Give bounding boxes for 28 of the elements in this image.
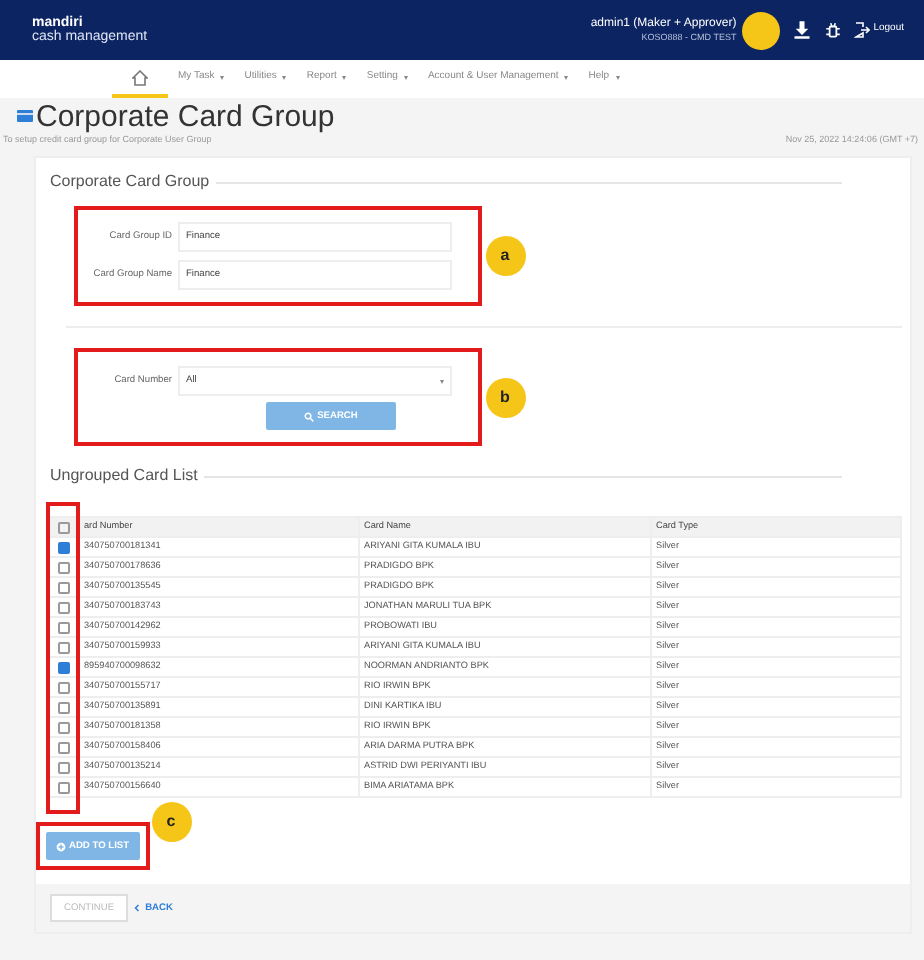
checkbox[interactable] [57, 761, 69, 774]
checkbox[interactable] [57, 561, 69, 574]
annotation-marker: c [151, 802, 192, 843]
checkbox[interactable] [57, 581, 69, 594]
checkbox[interactable] [57, 621, 69, 634]
annotation-marker: b [485, 377, 525, 418]
plus-circle-icon [56, 841, 66, 852]
card-icon [15, 108, 33, 124]
checkbox[interactable] [57, 641, 69, 654]
section-title: Ungrouped Card List [50, 464, 198, 489]
download-icon[interactable] [792, 20, 813, 40]
checkbox[interactable] [57, 781, 69, 794]
checkbox[interactable] [57, 741, 69, 754]
logout-icon [854, 22, 871, 38]
checkbox[interactable] [57, 661, 69, 674]
page-title: Corporate Card Group [36, 101, 335, 131]
search-icon [304, 411, 315, 422]
checkbox[interactable] [57, 601, 69, 614]
bug-icon[interactable] [824, 21, 843, 39]
checkbox[interactable] [57, 681, 69, 694]
checkbox[interactable] [57, 701, 69, 714]
home-icon [132, 69, 148, 85]
checkbox[interactable] [57, 521, 69, 534]
user-avatar[interactable] [742, 11, 781, 49]
checkbox[interactable] [57, 721, 69, 734]
checkbox[interactable] [57, 541, 69, 554]
section-title: Corporate Card Group [50, 170, 210, 195]
annotation-marker: a [485, 236, 525, 277]
